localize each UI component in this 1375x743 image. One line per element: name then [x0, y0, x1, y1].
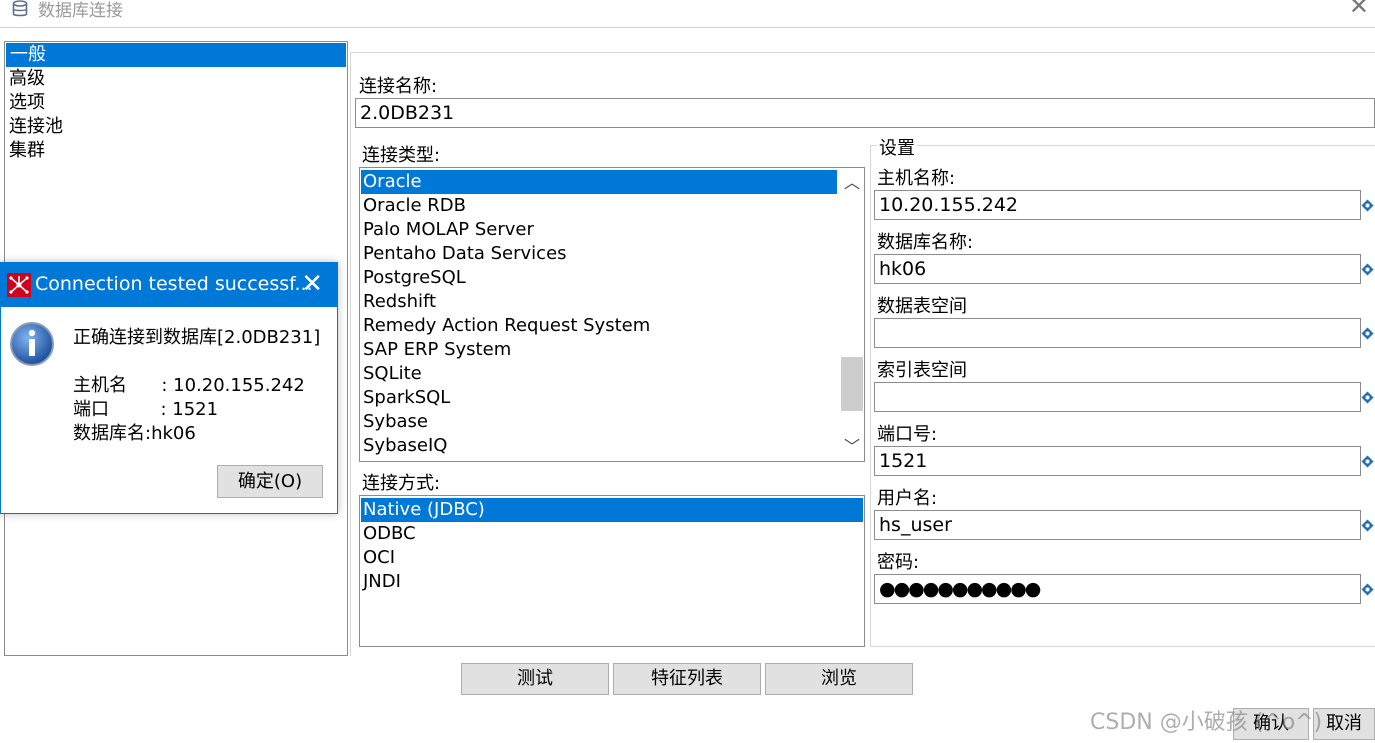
- connection-type-item[interactable]: PostgreSQL: [361, 266, 837, 290]
- nav-item-advanced[interactable]: 高级: [5, 67, 347, 91]
- index-tablespace-label: 索引表空间: [877, 360, 967, 381]
- password-label: 密码:: [877, 552, 920, 573]
- test-button[interactable]: 测试: [461, 663, 609, 695]
- port-input[interactable]: 1521: [874, 446, 1361, 476]
- feature-list-button[interactable]: 特征列表: [613, 663, 761, 695]
- index-tablespace-input[interactable]: [874, 382, 1361, 412]
- variable-icon[interactable]: [1361, 455, 1374, 468]
- connection-name-input[interactable]: 2.0DB231: [355, 98, 1375, 128]
- nav-item-general[interactable]: 一般: [6, 43, 346, 67]
- access-method-item[interactable]: OCI: [361, 546, 863, 570]
- dialog-host-line: 主机名 : 10.20.155.242: [73, 375, 305, 396]
- dialog-title: Connection tested successf...: [35, 273, 313, 295]
- scroll-down-icon[interactable]: ﹀: [839, 435, 864, 459]
- variable-icon[interactable]: [1361, 583, 1374, 596]
- connection-type-item[interactable]: SybaseIQ: [361, 434, 837, 458]
- explore-button[interactable]: 浏览: [765, 663, 913, 695]
- dialog-titlebar: Connection tested successf... ✕: [1, 263, 337, 307]
- window-title: 数据库连接: [38, 1, 123, 21]
- port-label: 端口号:: [877, 424, 938, 445]
- connection-name-label: 连接名称:: [359, 76, 438, 97]
- connection-type-item[interactable]: SparkSQL: [361, 386, 837, 410]
- access-method-list[interactable]: Native (JDBC) ODBC OCI JNDI: [359, 495, 865, 647]
- dialog-ok-button[interactable]: 确定(O): [217, 465, 323, 498]
- data-tablespace-input[interactable]: [874, 318, 1361, 348]
- connection-type-item[interactable]: Palo MOLAP Server: [361, 218, 837, 242]
- variable-icon[interactable]: [1361, 327, 1374, 340]
- variable-icon[interactable]: [1361, 263, 1374, 276]
- dialog-message: 正确连接到数据库[2.0DB231]: [73, 327, 321, 348]
- scroll-thumb[interactable]: [841, 357, 863, 411]
- database-name-label: 数据库名称:: [877, 232, 974, 253]
- username-input[interactable]: hs_user: [874, 510, 1361, 540]
- window-titlebar: 数据库连接 ✕: [0, 0, 1375, 28]
- host-label: 主机名称:: [877, 168, 956, 189]
- dialog-database-line: 数据库名:hk06: [73, 423, 196, 444]
- scroll-up-icon[interactable]: ︿: [839, 171, 864, 195]
- connection-type-label: 连接类型:: [362, 145, 441, 166]
- database-name-input[interactable]: hk06: [874, 254, 1361, 284]
- connection-type-item[interactable]: SQLite: [361, 362, 837, 386]
- connection-type-list[interactable]: Oracle Oracle RDB Palo MOLAP Server Pent…: [359, 167, 865, 462]
- access-method-item[interactable]: Native (JDBC): [361, 498, 863, 522]
- watermark: CSDN @小破孩 (^o^): [1090, 710, 1323, 735]
- nav-item-pooling[interactable]: 连接池: [5, 115, 347, 139]
- settings-group-title: 设置: [877, 134, 917, 160]
- nav-item-options[interactable]: 选项: [5, 91, 347, 115]
- username-label: 用户名:: [877, 488, 938, 509]
- access-method-label: 连接方式:: [362, 473, 441, 494]
- connection-success-dialog: Connection tested successf... ✕ 正确连接到数据库…: [0, 262, 338, 514]
- connection-type-item[interactable]: Redshift: [361, 290, 837, 314]
- dialog-close-icon[interactable]: ✕: [301, 269, 323, 299]
- info-icon: [9, 321, 55, 372]
- connection-type-item[interactable]: SAP ERP System: [361, 338, 837, 362]
- data-tablespace-label: 数据表空间: [877, 296, 967, 317]
- connection-type-item[interactable]: Oracle: [361, 170, 837, 194]
- variable-icon[interactable]: [1361, 199, 1374, 212]
- nav-item-clustering[interactable]: 集群: [5, 139, 347, 163]
- connection-type-item[interactable]: Pentaho Data Services: [361, 242, 837, 266]
- password-input[interactable]: ●●●●●●●●●●●: [874, 574, 1361, 604]
- connection-type-item[interactable]: Remedy Action Request System: [361, 314, 837, 338]
- connection-type-item[interactable]: Oracle RDB: [361, 194, 837, 218]
- access-method-item[interactable]: ODBC: [361, 522, 863, 546]
- variable-icon[interactable]: [1361, 391, 1374, 404]
- app-icon: [7, 273, 31, 302]
- connection-type-item[interactable]: Sybase: [361, 410, 837, 434]
- connection-type-scrollbar[interactable]: ︿ ﹀: [838, 168, 864, 461]
- dialog-port-line: 端口 : 1521: [73, 399, 219, 420]
- variable-icon[interactable]: [1361, 519, 1374, 532]
- window-close-icon[interactable]: ✕: [1349, 0, 1369, 20]
- host-input[interactable]: 10.20.155.242: [874, 190, 1361, 220]
- access-method-item[interactable]: JNDI: [361, 570, 863, 594]
- cancel-button[interactable]: 取消: [1313, 708, 1375, 740]
- database-icon: [12, 0, 28, 23]
